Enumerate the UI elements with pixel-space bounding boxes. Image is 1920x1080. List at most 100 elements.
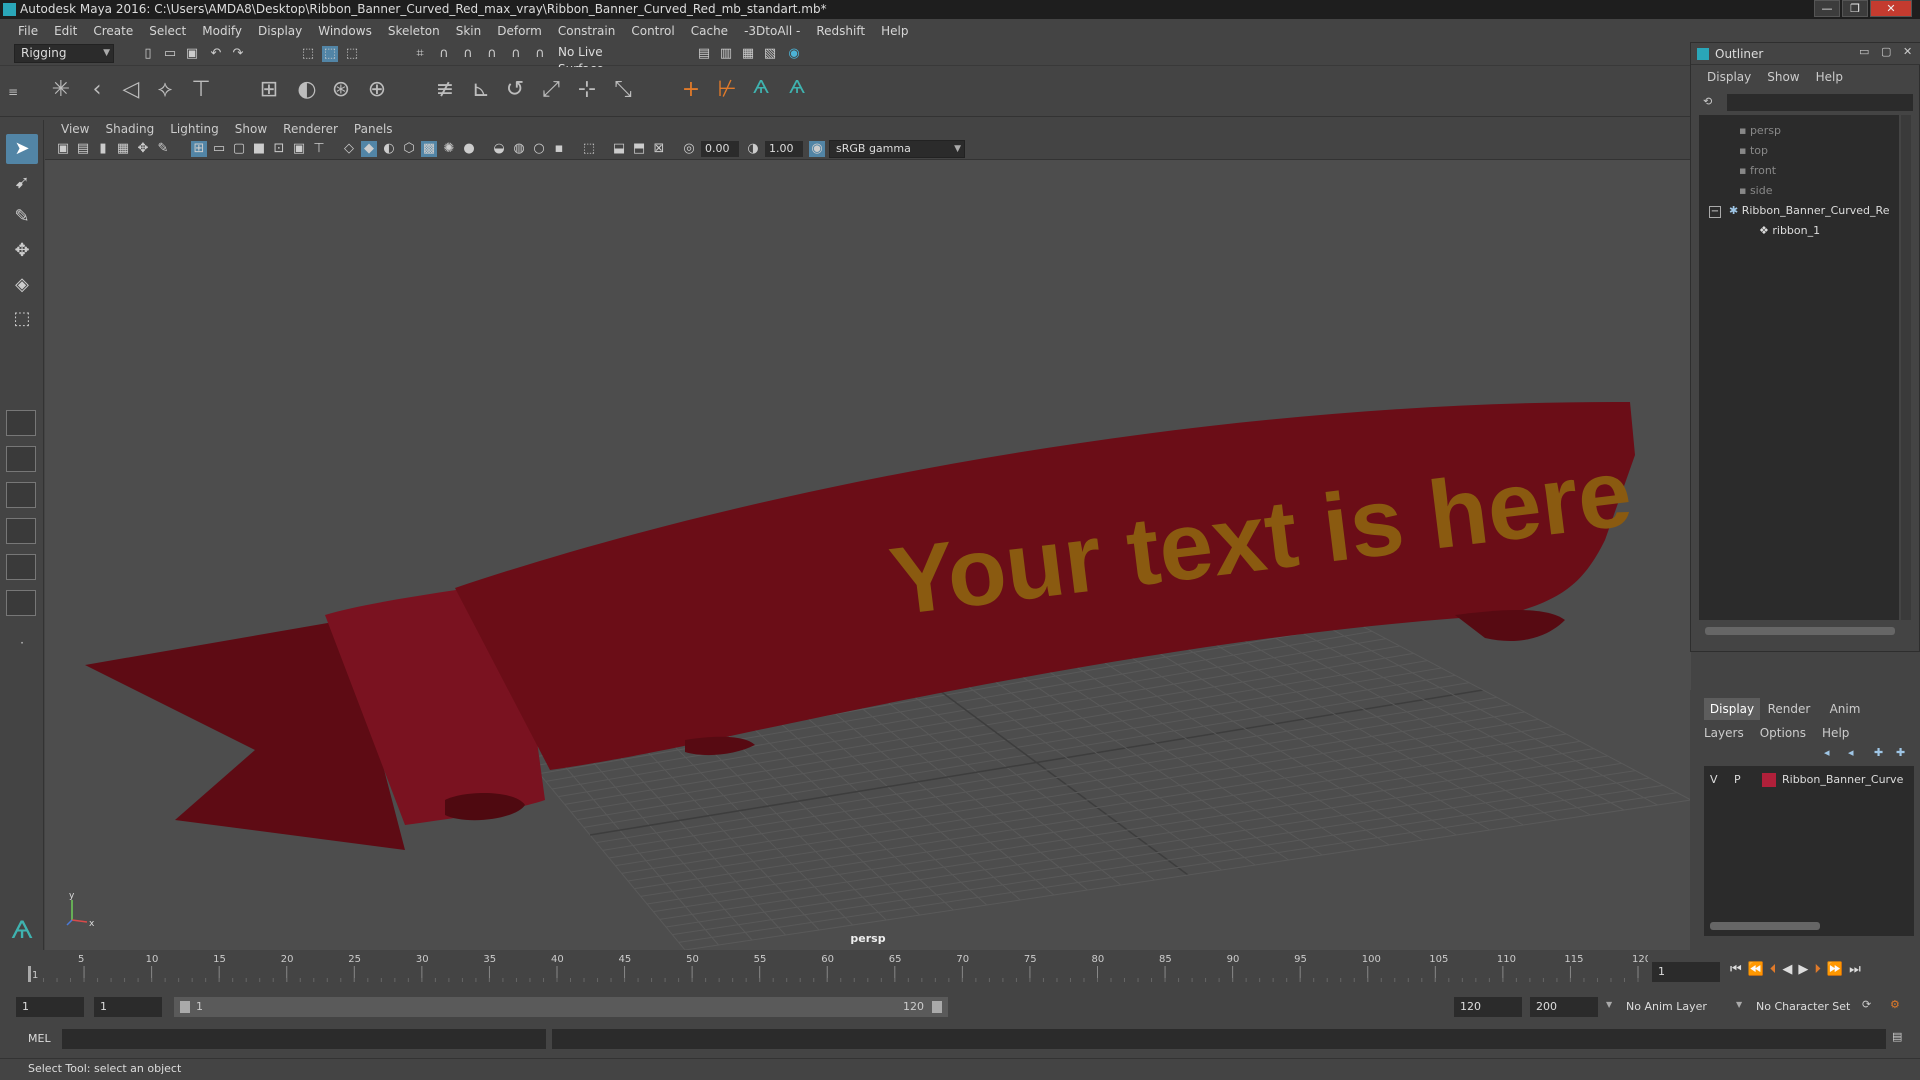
snap-live-icon[interactable]: ∩ xyxy=(532,46,548,62)
antialias-icon[interactable]: ◍ xyxy=(511,141,527,157)
motion-blur-icon[interactable]: ◒ xyxy=(491,141,507,157)
undo-icon[interactable]: ↶ xyxy=(208,46,224,62)
four-view-layout-icon[interactable] xyxy=(6,446,36,472)
snap-point-icon[interactable]: ∩ xyxy=(460,46,476,62)
redo-icon[interactable]: ↷ xyxy=(230,46,246,62)
use-all-lights-icon[interactable]: ▩ xyxy=(421,141,437,157)
step-back-key-icon[interactable]: ⏪ xyxy=(1748,962,1764,977)
grid-icon[interactable]: ⊞ xyxy=(191,141,207,157)
move-layer-up-icon[interactable]: ◂ xyxy=(1824,746,1830,759)
maya-script-icon-1[interactable]: Ѧ xyxy=(746,73,776,103)
outliner-minimize-icon[interactable]: ▭ xyxy=(1859,45,1869,58)
point-constraint-icon[interactable]: ≢ xyxy=(430,75,460,105)
lattice-icon[interactable]: ⊛ xyxy=(326,75,356,105)
toolbox-more-icon[interactable]: · xyxy=(6,628,38,658)
pole-vector-icon[interactable]: ⤡ xyxy=(608,75,638,105)
anim-layer-dropdown[interactable]: No Anim Layer xyxy=(1620,997,1738,1017)
script-editor-icon[interactable]: ▤ xyxy=(1892,1030,1902,1043)
film-gate-icon[interactable]: ▭ xyxy=(211,141,227,157)
outliner-vscrollbar[interactable] xyxy=(1901,115,1911,620)
set-driven-key-icon[interactable]: ⊬ xyxy=(712,75,742,105)
layer-visibility-toggle[interactable]: V xyxy=(1710,770,1718,790)
range-bar[interactable]: 1 120 xyxy=(174,997,948,1017)
menu-windows[interactable]: Windows xyxy=(310,24,380,38)
start-time-field[interactable]: 1 xyxy=(16,997,84,1017)
time-slider[interactable]: 1 5 10 15 20 25 30 35 40 45 50 55 60 65 70 75 80 85 90 95 10… xyxy=(0,952,1920,984)
textured-icon[interactable]: ⬡ xyxy=(401,141,417,157)
play-forward-icon[interactable]: ▶ xyxy=(1798,962,1808,977)
outliner-item[interactable]: ▪ side xyxy=(1699,181,1899,201)
image-plane-icon[interactable]: ▦ xyxy=(115,141,131,157)
outliner-item[interactable]: ❖ ribbon_1 xyxy=(1699,221,1899,241)
menu-3dtoall[interactable]: -3DtoAll - xyxy=(736,24,808,38)
camera-select-icon[interactable]: ▣ xyxy=(55,141,71,157)
layer-menu-help[interactable]: Help xyxy=(1822,726,1849,740)
menu-modify[interactable]: Modify xyxy=(194,24,250,38)
open-scene-icon[interactable]: ▭ xyxy=(162,46,178,62)
outliner-menu-show[interactable]: Show xyxy=(1759,70,1807,88)
new-layer-selected-icon[interactable]: ✚ xyxy=(1896,746,1905,759)
ik-handle-icon[interactable]: ⟡ xyxy=(150,75,180,105)
go-to-start-icon[interactable]: ⏮ xyxy=(1730,962,1742,977)
aim-constraint-icon[interactable]: ⊾ xyxy=(466,75,496,105)
tab-display[interactable]: Display xyxy=(1704,698,1760,720)
bind-skin-icon[interactable]: ⊞ xyxy=(254,75,284,105)
single-view-layout-icon[interactable] xyxy=(6,410,36,436)
xray-joints-icon[interactable]: ⬓ xyxy=(611,141,627,157)
viewport-panel[interactable]: View Shading Lighting Show Renderer Pane… xyxy=(45,120,1691,950)
menu-edit[interactable]: Edit xyxy=(46,24,85,38)
select-component-icon[interactable]: ⬚ xyxy=(344,46,360,62)
step-forward-frame-icon[interactable]: ⏵ xyxy=(1814,962,1821,977)
layer-name[interactable]: Ribbon_Banner_Curve xyxy=(1782,770,1903,790)
time-cursor[interactable] xyxy=(28,966,31,982)
xray-icon[interactable]: ▪ xyxy=(551,141,567,157)
color-management-icon[interactable]: ◉ xyxy=(809,141,825,157)
auto-key-icon[interactable]: ⟳ xyxy=(1862,998,1871,1011)
outliner-close-icon[interactable]: ✕ xyxy=(1903,45,1912,58)
hik-icon[interactable]: ⊤ xyxy=(186,75,216,105)
color-space-dropdown[interactable]: sRGB gamma ▼ xyxy=(829,140,965,158)
menu-skin[interactable]: Skin xyxy=(448,24,490,38)
snap-grid-icon[interactable]: ⌗ xyxy=(412,46,428,62)
chevron-down-icon[interactable]: ▼ xyxy=(1736,1000,1742,1009)
select-tool-icon[interactable]: ➤ xyxy=(6,134,38,164)
safe-action-icon[interactable]: ▣ xyxy=(291,141,307,157)
locator-icon[interactable]: + xyxy=(676,75,706,105)
go-to-end-icon[interactable]: ⏭ xyxy=(1849,962,1861,977)
snap-surface-icon[interactable]: ∩ xyxy=(508,46,524,62)
new-layer-icon[interactable]: ✚ xyxy=(1874,746,1883,759)
isolate-select-icon[interactable]: ⬚ xyxy=(581,141,597,157)
camera-attributes-icon[interactable]: ▤ xyxy=(75,141,91,157)
character-set-dropdown[interactable]: No Character Set xyxy=(1750,997,1868,1017)
save-scene-icon[interactable]: ▣ xyxy=(184,46,200,62)
playback-start-field[interactable]: 1 xyxy=(94,997,162,1017)
graph-layout-icon[interactable] xyxy=(6,554,36,580)
script-language-label[interactable]: MEL xyxy=(28,1032,51,1045)
step-back-frame-icon[interactable]: ⏴ xyxy=(1770,962,1777,977)
move-tool-icon[interactable]: ✥ xyxy=(6,236,38,266)
current-frame-field[interactable]: 1 xyxy=(1652,962,1720,982)
play-backward-icon[interactable]: ◀ xyxy=(1782,962,1792,977)
paint-weights-icon[interactable]: ◐ xyxy=(292,75,322,105)
outliner-hscrollbar[interactable] xyxy=(1705,627,1895,635)
menu-skeleton[interactable]: Skeleton xyxy=(380,24,448,38)
shadows-icon[interactable]: ✺ xyxy=(441,141,457,157)
maximize-button[interactable]: ❐ xyxy=(1842,0,1868,17)
insert-joint-icon[interactable]: ‹ xyxy=(82,75,112,105)
range-end-handle[interactable] xyxy=(932,1001,942,1013)
command-input[interactable] xyxy=(62,1029,546,1049)
live-surface-field[interactable]: No Live Surface xyxy=(552,44,652,76)
menu-display[interactable]: Display xyxy=(250,24,310,38)
2d-pan-zoom-icon[interactable]: ✥ xyxy=(135,141,151,157)
outliner-menu-help[interactable]: Help xyxy=(1808,70,1851,88)
panel-menu-panels[interactable]: Panels xyxy=(346,122,401,136)
panel-menu-view[interactable]: View xyxy=(53,122,97,136)
maya-script-icon-2[interactable]: Ѧ xyxy=(782,73,812,103)
playback-end-field[interactable]: 120 xyxy=(1454,997,1522,1017)
render-settings-icon[interactable]: ▧ xyxy=(762,46,778,62)
wireframe-icon[interactable]: ◇ xyxy=(341,141,357,157)
collapse-icon[interactable]: − xyxy=(1709,206,1721,218)
backface-icon[interactable]: ⊠ xyxy=(651,141,667,157)
render-view-icon[interactable]: ▤ xyxy=(696,46,712,62)
viewport-scene[interactable]: Your text is here y x xyxy=(45,160,1691,950)
